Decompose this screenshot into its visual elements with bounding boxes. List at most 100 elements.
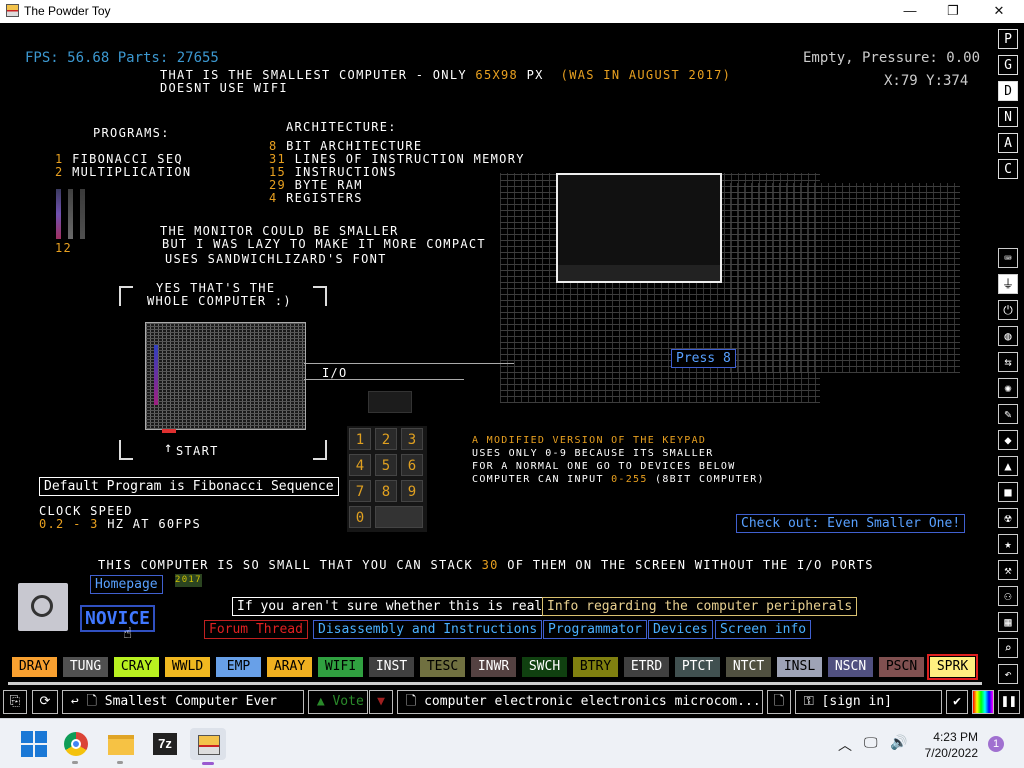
if-unsure-label: If you aren't sure whether this is real:: [232, 597, 556, 616]
program-bar-2: [68, 189, 73, 239]
save-file-icon: ↩ 🗋: [63, 694, 105, 709]
element-button-wwld[interactable]: WWLD: [164, 656, 211, 678]
keypad-key[interactable]: 2: [375, 428, 397, 450]
chrome-icon[interactable]: [60, 728, 92, 760]
power-plug-icon[interactable]: ⏚: [998, 274, 1018, 294]
keypad-key[interactable]: 1: [349, 428, 371, 450]
keypad-key[interactable]: 4: [349, 454, 371, 476]
life-icon[interactable]: ⚇: [998, 586, 1018, 606]
volume-icon[interactable]: 🔊: [890, 735, 907, 751]
homepage-link[interactable]: Homepage: [90, 575, 163, 594]
open-save-icon[interactable]: ⎘: [3, 690, 27, 714]
fps-counter: FPS: 56.68 Parts: 27655: [25, 50, 219, 66]
network-icon[interactable]: 🖵: [864, 735, 878, 751]
sensor-icon[interactable]: ◍: [998, 326, 1018, 346]
io-label: I/O: [322, 366, 348, 380]
settings-check-icon[interactable]: ✔: [946, 690, 968, 714]
element-button-cray[interactable]: CRAY: [113, 656, 160, 678]
element-button-ptct[interactable]: PTCT: [674, 656, 721, 678]
wall-icon[interactable]: ▦: [998, 612, 1018, 632]
element-button-tung[interactable]: TUNG: [62, 656, 109, 678]
keypad-key[interactable]: 8: [375, 480, 397, 502]
keypad-enter-key[interactable]: [375, 506, 423, 528]
chevron-up-icon[interactable]: ︿: [838, 735, 852, 755]
programmator-link[interactable]: Programmator: [543, 620, 647, 639]
force-icon[interactable]: ⇆: [998, 352, 1018, 372]
keypad-key[interactable]: 6: [401, 454, 423, 476]
element-button-etrd[interactable]: ETRD: [623, 656, 670, 678]
tools-icon[interactable]: ⚒: [998, 560, 1018, 580]
search-icon[interactable]: ⌕: [998, 638, 1018, 658]
chrome-running-indicator: [72, 761, 78, 764]
keypad-key[interactable]: 0: [349, 506, 371, 528]
vote-up-button[interactable]: ▲ Vote: [308, 690, 368, 714]
disassembly-link[interactable]: Disassembly and Instructions: [313, 620, 543, 639]
new-simulation-icon[interactable]: 🗋: [767, 690, 791, 714]
simulation-canvas[interactable]: FPS: 56.68 Parts: 27655 Empty, Pressure:…: [0, 23, 996, 687]
solid-icon[interactable]: ■: [998, 482, 1018, 502]
radioactive-icon[interactable]: ☢: [998, 508, 1018, 528]
renderer-options-icon[interactable]: [972, 690, 994, 714]
element-button-inst[interactable]: INST: [368, 656, 415, 678]
vote-down-button[interactable]: ▼: [369, 690, 393, 714]
io-device: [368, 391, 412, 413]
element-button-inwr[interactable]: INWR: [470, 656, 517, 678]
element-button-swch[interactable]: SWCH: [521, 656, 568, 678]
element-button-sprk[interactable]: SPRK: [927, 654, 978, 680]
element-button-emp[interactable]: EMP: [215, 656, 262, 678]
save-name-field[interactable]: ↩ 🗋 Smallest Computer Ever: [62, 690, 304, 714]
reload-icon[interactable]: ⟳: [32, 690, 58, 714]
forum-thread-link[interactable]: Forum Thread: [204, 620, 308, 639]
element-button-pscn[interactable]: PSCN: [878, 656, 925, 678]
element-button-btry[interactable]: BTRY: [572, 656, 619, 678]
star-icon[interactable]: ★: [998, 534, 1018, 554]
computer-chip[interactable]: [145, 322, 306, 430]
windows-start-icon[interactable]: [18, 728, 50, 760]
recent-icon[interactable]: ↶: [998, 664, 1018, 684]
info-peripherals-link[interactable]: Info regarding the computer peripherals: [542, 597, 858, 616]
maximize-button[interactable]: ❐: [930, 0, 976, 23]
close-button[interactable]: ✕: [976, 0, 1022, 23]
display-mode-a-button[interactable]: A: [998, 133, 1018, 153]
element-button-nscn[interactable]: NSCN: [827, 656, 874, 678]
sign-in-button[interactable]: ⚿ [sign in]: [795, 690, 942, 714]
file-explorer-icon[interactable]: [105, 728, 137, 760]
element-scrollbar[interactable]: [8, 682, 982, 685]
devices-link[interactable]: Devices: [648, 620, 713, 639]
keypad-key[interactable]: 7: [349, 480, 371, 502]
display-mode-c-button[interactable]: C: [998, 159, 1018, 179]
pencil-icon[interactable]: ✎: [998, 404, 1018, 424]
powder-toy-taskbar-icon[interactable]: [190, 728, 226, 765]
explosive-icon[interactable]: ✺: [998, 378, 1018, 398]
minimize-button[interactable]: —: [887, 0, 933, 23]
element-button-insl[interactable]: INSL: [776, 656, 823, 678]
element-button-dray[interactable]: DRAY: [11, 656, 58, 678]
screen-info-link[interactable]: Screen info: [715, 620, 812, 639]
powder-icon[interactable]: ▲: [998, 456, 1018, 476]
keyboard-icon[interactable]: ⌨: [998, 248, 1018, 268]
keypad-key[interactable]: 5: [375, 454, 397, 476]
liquid-icon[interactable]: ◆: [998, 430, 1018, 450]
element-button-tesc[interactable]: TESC: [419, 656, 466, 678]
power-icon[interactable]: ⏻: [998, 300, 1018, 320]
display-mode-d-button[interactable]: D: [998, 81, 1018, 101]
circuit-decoration-right: [730, 183, 960, 373]
element-button-ntct[interactable]: NTCT: [725, 656, 772, 678]
cursor-coords: X:79 Y:374: [884, 73, 969, 89]
keypad-key[interactable]: 9: [401, 480, 423, 502]
element-button-wifi[interactable]: WIFI: [317, 656, 364, 678]
start-button[interactable]: [162, 429, 176, 433]
7zip-icon[interactable]: 7z: [149, 728, 181, 760]
tags-field[interactable]: 🗋 computer electronic electronics microc…: [397, 690, 763, 714]
display-mode-n-button[interactable]: N: [998, 107, 1018, 127]
element-button-aray[interactable]: ARAY: [266, 656, 313, 678]
program-bar-labels: 12: [55, 241, 73, 255]
display-mode-p-button[interactable]: P: [998, 29, 1018, 49]
system-clock[interactable]: 4:23 PM 7/20/2022: [925, 729, 978, 761]
check-out-smaller-link[interactable]: Check out: Even Smaller One!: [736, 514, 966, 533]
default-program-label: Default Program is Fibonacci Sequence: [39, 477, 339, 496]
keypad-key[interactable]: 3: [401, 428, 423, 450]
notification-badge[interactable]: 1: [988, 736, 1004, 752]
display-mode-g-button[interactable]: G: [998, 55, 1018, 75]
pause-icon[interactable]: ❚❚: [998, 690, 1020, 714]
